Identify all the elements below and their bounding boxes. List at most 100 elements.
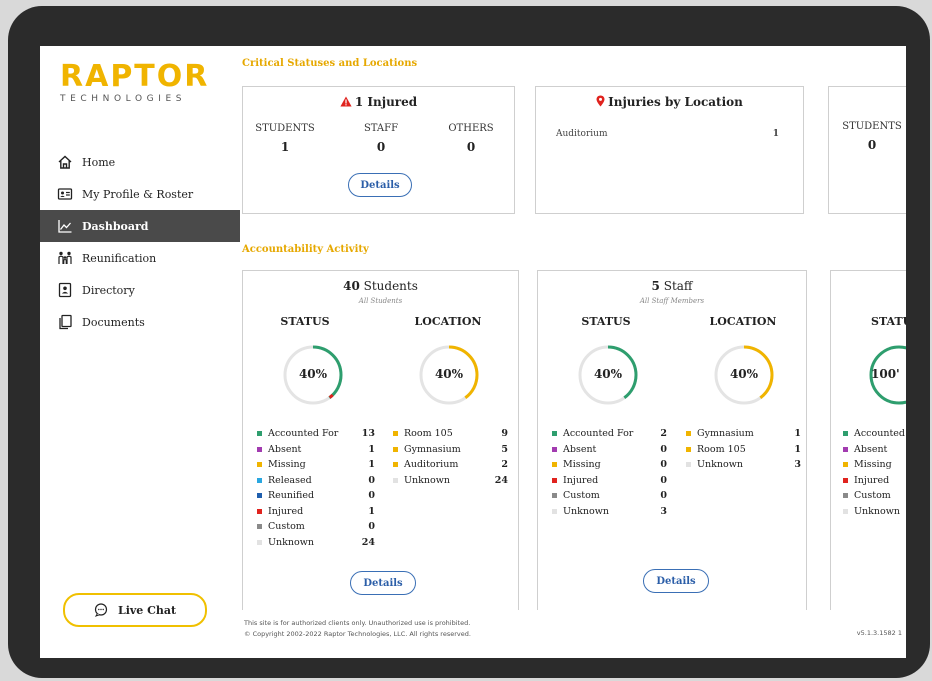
legend-label: Missing: [563, 459, 601, 471]
injuries-location-heading: Injuries by Location: [536, 95, 803, 109]
staff-status-percent: 40%: [593, 367, 623, 381]
legend-label: Gymnasium: [404, 443, 461, 455]
stat-others: OTHERS 0: [436, 123, 506, 154]
legend-item: Unknown 3: [552, 504, 667, 520]
location-value: 1: [772, 129, 779, 139]
legend-swatch: [686, 446, 691, 452]
status-heading: STATUS: [581, 315, 631, 328]
legend-value: 0: [368, 490, 375, 502]
injured-heading: 1 Injured: [243, 95, 514, 109]
sidebar: RAPTOR TECHNOLOGIES Home My Profile & Ro…: [40, 46, 240, 658]
students-noun: Students: [363, 279, 418, 293]
legend-value: 0: [368, 521, 375, 533]
legend-label: Absent: [268, 443, 302, 455]
legend-swatch: [843, 477, 848, 483]
staff-card-title: 5 Staff: [538, 279, 806, 293]
legend-swatch: [257, 431, 262, 437]
legend-label: Unknown: [563, 505, 609, 517]
students-details-button[interactable]: Details: [350, 571, 416, 595]
legend-item: Gymnasium 5: [393, 442, 508, 458]
staff-details-button[interactable]: Details: [643, 569, 709, 593]
legend-item: Room 105 1: [686, 442, 801, 458]
legend-label: Accounted For: [268, 428, 339, 440]
sidebar-item-dashboard[interactable]: Dashboard: [40, 210, 240, 242]
injuries-by-location-card: Injuries by Location Auditorium 1: [535, 86, 804, 214]
legend-swatch: [393, 431, 398, 437]
legend-swatch: [257, 508, 262, 514]
stat-value: 0: [376, 140, 386, 154]
legend-value: 3: [794, 459, 801, 471]
legend-label: Unknown: [268, 536, 314, 548]
students-location-legend: Room 105 9 Gymnasium 5 Auditorium 2 Unknown 24: [393, 426, 508, 488]
legend-value: 1: [794, 443, 801, 455]
sidebar-item-reunification[interactable]: Reunification: [40, 242, 240, 274]
legend-item: Released 0: [257, 473, 375, 489]
legend-label: Absent: [854, 443, 888, 455]
legend-item: Missing 0: [552, 457, 667, 473]
status-heading: STATU: [871, 315, 906, 328]
raptor-logo: RAPTOR TECHNOLOGIES: [60, 59, 210, 105]
logo-wordmark: RAPTOR: [60, 59, 210, 94]
documents-icon: [56, 313, 74, 331]
sidebar-item-label: Dashboard: [82, 219, 149, 233]
legend-item: Injured 1: [257, 504, 375, 520]
other-accountability-card: STATU 100' Accounted Absent Missing Injured…: [830, 270, 906, 610]
injured-details-button[interactable]: Details: [348, 173, 412, 197]
legend-swatch: [552, 446, 557, 452]
legend-value: 9: [501, 428, 508, 440]
students-card-subtitle: All Students: [358, 297, 403, 305]
footer-line-2: © Copyright 2002-2022 Raptor Technologie…: [244, 630, 471, 638]
students-count: 40: [343, 279, 360, 293]
students-accountability-card: 40 Students All Students STATUS LOCATION…: [242, 270, 519, 610]
legend-value: 2: [660, 428, 667, 440]
legend-item: Reunified 0: [257, 488, 375, 504]
legend-swatch: [393, 462, 398, 468]
legend-value: 1: [368, 459, 375, 471]
stat-label: STUDENTS: [255, 123, 315, 134]
warning-triangle-icon: [340, 96, 352, 107]
stat-staff: STAFF 0: [346, 123, 416, 154]
legend-swatch: [257, 462, 262, 468]
staff-accountability-card: 5 Staff All Staff Members STATUS LOCATIO…: [537, 270, 807, 610]
legend-item: Custom 0: [552, 488, 667, 504]
legend-label: Unknown: [404, 474, 450, 486]
live-chat-label: Live Chat: [117, 603, 177, 617]
legend-item: Unknown 24: [393, 473, 508, 489]
staff-card-subtitle: All Staff Members: [639, 297, 705, 305]
legend-swatch: [686, 462, 691, 468]
live-chat-button[interactable]: Live Chat: [63, 593, 207, 627]
sidebar-item-label: My Profile & Roster: [82, 187, 194, 201]
sidebar-nav: Home My Profile & Roster Dashboard Reuni…: [40, 146, 240, 338]
legend-value: 0: [660, 459, 667, 471]
accountability-section-title: Accountability Activity: [242, 244, 369, 255]
legend-item: Unknown 3: [686, 457, 801, 473]
stat-label: OTHERS: [448, 123, 494, 134]
legend-label: Gymnasium: [697, 428, 754, 440]
status-heading: STATUS: [280, 315, 330, 328]
legend-item: Custom 0: [257, 519, 375, 535]
sidebar-item-directory[interactable]: Directory: [40, 274, 240, 306]
other-status-percent: 100': [871, 367, 900, 381]
legend-swatch: [552, 508, 557, 514]
contact-book-icon: [56, 281, 74, 299]
legend-item: Absent 0: [552, 442, 667, 458]
legend-swatch: [552, 477, 557, 483]
legend-swatch: [257, 524, 262, 530]
stat-label: STAFF: [363, 123, 399, 134]
stat-students: STUDENTS 0: [837, 121, 906, 152]
legend-label: Missing: [268, 459, 306, 471]
legend-swatch: [843, 431, 848, 437]
chat-bubble-icon: [94, 603, 108, 617]
staff-count: 5: [651, 279, 660, 293]
legend-value: 0: [660, 474, 667, 486]
legend-label: Custom: [854, 490, 891, 502]
sidebar-item-documents[interactable]: Documents: [40, 306, 240, 338]
logo-subtitle: TECHNOLOGIES: [60, 94, 187, 104]
legend-label: Accounted For: [563, 428, 634, 440]
students-status-legend: Accounted For 13 Absent 1 Missing 1 Released 0 R…: [257, 426, 375, 550]
sidebar-item-home[interactable]: Home: [40, 146, 240, 178]
legend-item: Unknown: [843, 504, 906, 520]
location-row: Auditorium 1: [556, 129, 779, 139]
sidebar-item-my-profile-roster[interactable]: My Profile & Roster: [40, 178, 240, 210]
location-heading: LOCATION: [414, 315, 482, 328]
